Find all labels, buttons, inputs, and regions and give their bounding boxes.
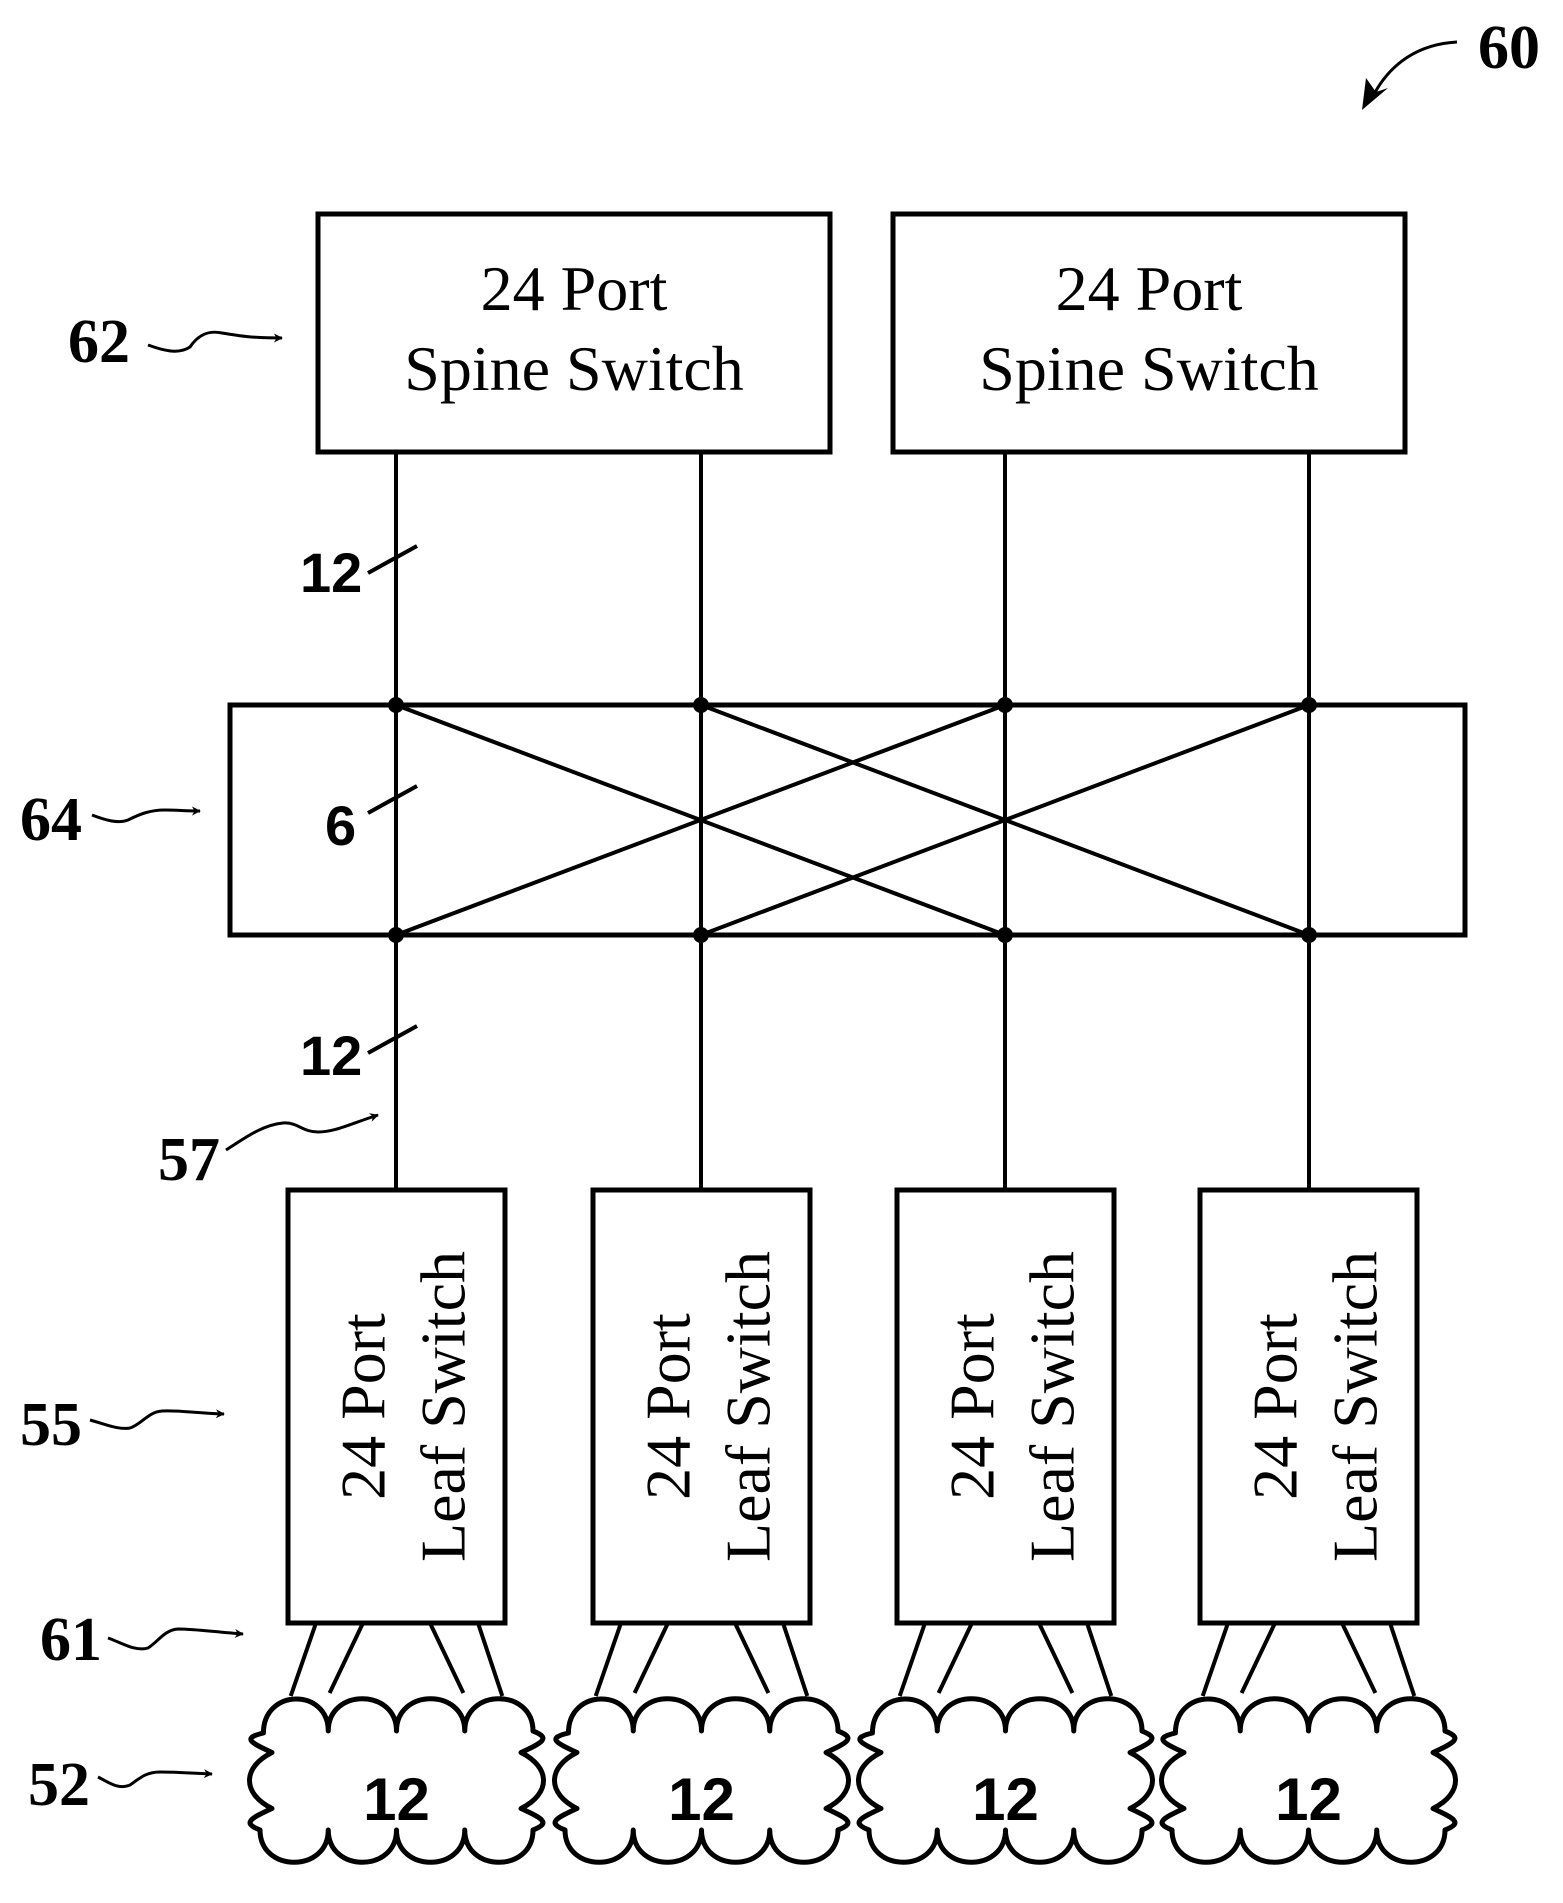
host-group-ref-label: 52 [28,1751,90,1819]
leaf-switch-line2: Leaf Switch [408,1251,479,1562]
leaf-switch-3: 24 Port Leaf Switch [894,1187,1117,1626]
fat-tree-network-diagram: 60 24 Port Spine Switch 24 Port Spine Sw… [20,14,1540,1865]
spine-ref-arrow-icon [147,330,283,353]
junction-dot [388,927,404,943]
host-link [733,1622,771,1694]
host-link [593,1622,623,1697]
link-ref-label: 57 [158,1126,220,1194]
crossbar: 6 [227,697,1468,943]
leaf-switch-line1: 24 Port [633,1313,704,1500]
host-links-ref-callout: 61 [40,1606,244,1674]
host-link [476,1622,505,1697]
crossbar-ref-arrow-icon [91,806,201,824]
uplink-count-label: 12 [300,541,362,604]
junction-dot [1301,697,1317,713]
junction-dot [693,927,709,943]
host-links-ref-arrow-icon [107,1627,244,1651]
host-link [327,1622,365,1694]
figure-reference-numeral: 60 [1478,14,1540,82]
link-ref-arrow-icon [225,1113,379,1152]
leaf-switches: 24 Port Leaf Switch 24 Port Leaf Switch 24 P… [285,1187,1420,1697]
host-link [1388,1622,1417,1697]
leaf-ref-callout: 55 [20,1391,225,1459]
host-group-count: 12 [972,1766,1039,1833]
junction-dot [997,697,1013,713]
uplink-count: 12 [300,541,418,604]
vertical-links [394,452,1311,1190]
leaf-switch-line1: 24 Port [937,1313,1008,1500]
leaf-switch-line1: 24 Port [328,1313,399,1500]
leaf-switch-line2: Leaf Switch [1320,1251,1391,1562]
host-link [1085,1622,1114,1697]
host-link [428,1622,466,1694]
crossbar-ref-label: 64 [20,786,82,854]
leaf-switch-line1: 24 Port [1240,1313,1311,1500]
host-group-count: 12 [1275,1766,1342,1833]
host-link [936,1622,974,1694]
host-link [1239,1622,1277,1694]
crossbar-ref-callout: 64 [20,786,201,854]
junction-dot [388,697,404,713]
junction-dot [997,927,1013,943]
spine-switch-2: 24 Port Spine Switch [890,211,1408,455]
leaf-switch-line2: Leaf Switch [1017,1251,1088,1562]
leaf-switch-1: 24 Port Leaf Switch [285,1187,508,1626]
downlink-count-label: 12 [300,1024,362,1087]
leaf-ref-arrow-icon [89,1409,225,1430]
bundle-slash-icon [367,784,418,815]
crossbar-links [395,703,1310,937]
junction-dot [693,697,709,713]
leaf-ref-label: 55 [20,1391,82,1459]
host-group-count: 12 [668,1766,735,1833]
spine-switch-line2: Spine Switch [979,333,1319,404]
figure-reference: 60 [1362,14,1540,110]
host-group-4: 12 [1159,1696,1458,1865]
downlink-count: 12 [300,1024,418,1087]
spine-switch-line2: Spine Switch [404,333,744,404]
spine-switch-1: 24 Port Spine Switch [315,211,833,455]
host-links-ref-label: 61 [40,1606,102,1674]
leaf-switch-line2: Leaf Switch [713,1251,784,1562]
spine-ref-callout: 62 [68,308,283,376]
bundle-slash-icon [367,1024,418,1055]
spine-switch-line1: 24 Port [481,253,668,324]
host-group-1: 12 [247,1696,546,1865]
host-link [1037,1622,1075,1694]
host-link [781,1622,810,1697]
host-group-2: 12 [552,1696,851,1865]
leaf-switch-4: 24 Port Leaf Switch [1197,1187,1420,1626]
leaf-switch-2: 24 Port Leaf Switch [590,1187,813,1626]
link-ref-callout: 57 [158,1113,379,1194]
junction-dots [388,697,1317,943]
host-link [1340,1622,1378,1694]
spine-switch-line1: 24 Port [1056,253,1243,324]
host-group-count: 12 [363,1766,430,1833]
host-group-ref-arrow-icon [97,1769,213,1789]
junction-dot [1301,927,1317,943]
host-link [632,1622,670,1694]
host-group-ref-callout: 52 [28,1751,213,1819]
crossbar-link-count: 6 [325,794,356,857]
bundle-slash-icon [367,544,418,575]
host-link [1200,1622,1230,1697]
host-groups: 12 12 12 12 [247,1696,1458,1865]
figure-reference-arrowhead-icon [1362,78,1388,110]
host-link [897,1622,927,1697]
host-link [288,1622,318,1697]
host-group-3: 12 [856,1696,1155,1865]
crossbar-box [227,702,1468,938]
spine-ref-label: 62 [68,308,130,376]
